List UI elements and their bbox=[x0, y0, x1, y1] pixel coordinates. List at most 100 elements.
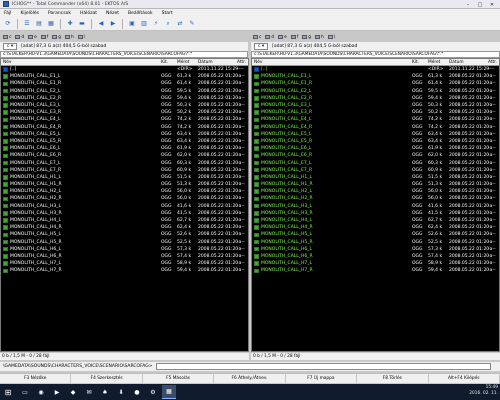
file-row[interactable]: MONOLITH_CALL_E5_L OGG 63,4 k 2008.05.22 01… bbox=[252, 131, 499, 138]
maximize-icon[interactable]: □ bbox=[474, 0, 486, 9]
file-row[interactable]: MONOLITH_CALL_H7_R OGG 59,4 k 2008.05.22 01… bbox=[252, 267, 499, 274]
drive-f[interactable]: f bbox=[40, 35, 48, 40]
file-row[interactable]: MONOLITH_CALL_H2_L OGG 56,0 k 2008.05.22 01… bbox=[252, 188, 499, 195]
drive-net[interactable]: \ bbox=[77, 35, 85, 40]
file-row[interactable]: MONOLITH_CALL_E3_L OGG 50,3 k 2008.05.22 01… bbox=[1, 102, 248, 109]
notepad-icon[interactable]: ✎ bbox=[187, 19, 197, 29]
file-row[interactable]: MONOLITH_CALL_H4_R OGG 62,4 k 2008.05.22 01… bbox=[252, 224, 499, 231]
drive-d[interactable]: d bbox=[15, 35, 24, 40]
f4-edit-button[interactable]: F4 Szerkesztés bbox=[71, 374, 143, 383]
menu-select[interactable]: Kijelölés bbox=[20, 11, 39, 16]
select-plus-icon[interactable]: ✚ bbox=[65, 19, 75, 29]
drive-h[interactable]: h bbox=[65, 35, 74, 40]
drive-c[interactable]: c bbox=[253, 35, 261, 40]
search-icon[interactable]: ⌕ bbox=[163, 19, 173, 29]
altf4-exit-button[interactable]: Alt+F4 Kilépés bbox=[429, 374, 500, 383]
col-size[interactable]: Méret bbox=[428, 60, 440, 65]
file-row[interactable]: MONOLITH_CALL_E2_R OGG 59,4 k 2008.05.22 01… bbox=[1, 95, 248, 102]
col-attr[interactable]: Attr. bbox=[488, 60, 497, 65]
col-name[interactable]: Név bbox=[3, 60, 11, 65]
menu-start[interactable]: Start bbox=[162, 11, 173, 16]
close-icon[interactable]: ✕ bbox=[486, 0, 498, 9]
drive-e[interactable]: e bbox=[28, 35, 37, 40]
tree-icon[interactable]: ▦ bbox=[46, 19, 56, 29]
menu-view[interactable]: Nézet bbox=[106, 11, 119, 16]
forward-icon[interactable]: ▶ bbox=[108, 19, 118, 29]
file-row[interactable]: MONOLITH_CALL_E3_R OGG 50,2 k 2008.05.22 01… bbox=[1, 109, 248, 116]
col-date[interactable]: Dátum bbox=[449, 60, 464, 65]
left-file-panel[interactable]: Név Kit. Méret Dátum Attr. [..] <DIR> 2011… bbox=[0, 58, 249, 352]
file-row[interactable]: MONOLITH_CALL_H2_R OGG 56,0 k 2008.05.22 01… bbox=[252, 195, 499, 202]
file-row[interactable]: MONOLITH_CALL_H6_L OGG 57,3 k 2008.05.22 01… bbox=[1, 246, 248, 253]
sync-icon[interactable]: ⇄ bbox=[175, 19, 185, 29]
col-ext[interactable]: Kit. bbox=[161, 60, 168, 65]
f7-newfolder-button[interactable]: F7 Új mappa bbox=[286, 374, 358, 383]
f3-view-button[interactable]: F3 Nézőke bbox=[0, 374, 72, 383]
select-minus-icon[interactable]: ▬ bbox=[77, 19, 87, 29]
drive-e[interactable]: e bbox=[278, 35, 287, 40]
drive-h[interactable]: h bbox=[315, 35, 324, 40]
security-icon[interactable]: ● bbox=[130, 385, 144, 399]
file-row[interactable]: MONOLITH_CALL_E7_R OGG 60,9 k 2008.05.22 01… bbox=[252, 167, 499, 174]
file-row[interactable]: MONOLITH_CALL_H5_R OGG 52,5 k 2008.05.22 01… bbox=[252, 239, 499, 246]
file-row[interactable]: MONOLITH_CALL_E6_R OGG 62,0 k 2008.05.22 01… bbox=[1, 152, 248, 159]
settings-icon[interactable]: ⚙ bbox=[146, 385, 160, 399]
left-path-bar[interactable]: c:\STALKER\HU-V1.3\GAMEDATA\SOUNDS\CHARA… bbox=[0, 51, 248, 58]
file-row[interactable]: MONOLITH_CALL_E5_R OGG 63,4 k 2008.05.22 01… bbox=[1, 138, 248, 145]
file-row[interactable]: MONOLITH_CALL_E3_R OGG 50,2 k 2008.05.22 01… bbox=[252, 109, 499, 116]
drive-net[interactable]: \ bbox=[327, 35, 335, 40]
file-row[interactable]: MONOLITH_CALL_H6_R OGG 57,4 k 2008.05.22 01… bbox=[252, 253, 499, 260]
file-row[interactable]: MONOLITH_CALL_E6_R OGG 62,0 k 2008.05.22 01… bbox=[252, 152, 499, 159]
browser-icon[interactable]: ◉ bbox=[34, 385, 48, 399]
col-attr[interactable]: Attr. bbox=[237, 60, 246, 65]
file-row[interactable]: [..] <DIR> 2011.11.22 15:29 ---- bbox=[1, 66, 248, 73]
menu-network[interactable]: Hálózat bbox=[80, 11, 97, 16]
menu-settings[interactable]: Beállítások bbox=[128, 11, 153, 16]
drive-c[interactable]: c bbox=[3, 35, 11, 40]
brief-view-icon[interactable]: ☰ bbox=[22, 19, 32, 29]
file-row[interactable]: MONOLITH_CALL_H5_L OGG 52,6 k 2008.05.22 01… bbox=[252, 231, 499, 238]
refresh-icon[interactable]: ⟳ bbox=[3, 19, 13, 29]
pack-icon[interactable]: ▣ bbox=[127, 19, 137, 29]
menu-file[interactable]: Fájl bbox=[4, 11, 11, 16]
drive-g[interactable]: g bbox=[52, 35, 61, 40]
file-row[interactable]: MONOLITH_CALL_H2_R OGG 56,0 k 2008.05.22 01… bbox=[1, 195, 248, 202]
file-row[interactable]: MONOLITH_CALL_E7_R OGG 60,9 k 2008.05.22 01… bbox=[1, 167, 248, 174]
file-row[interactable]: MONOLITH_CALL_H1_R OGG 51,3 k 2008.05.22 01… bbox=[1, 181, 248, 188]
drive-g[interactable]: g bbox=[302, 35, 311, 40]
col-date[interactable]: Dátum bbox=[198, 60, 213, 65]
file-row[interactable]: MONOLITH_CALL_E3_L OGG 50,3 k 2008.05.22 01… bbox=[252, 102, 499, 109]
col-name[interactable]: Név bbox=[254, 60, 262, 65]
file-row[interactable]: MONOLITH_CALL_E2_L OGG 59,5 k 2008.05.22 01… bbox=[252, 88, 499, 95]
file-row[interactable]: MONOLITH_CALL_E4_R OGG 74,2 k 2008.05.22 01… bbox=[252, 124, 499, 131]
col-ext[interactable]: Kit. bbox=[412, 60, 419, 65]
file-row[interactable]: MONOLITH_CALL_E7_L OGG 60,3 k 2008.05.22 01… bbox=[252, 159, 499, 166]
file-row[interactable]: MONOLITH_CALL_E4_L OGG 74,2 k 2008.05.22 01… bbox=[1, 116, 248, 123]
file-row[interactable]: MONOLITH_CALL_H1_L OGG 51,5 k 2008.05.22 01… bbox=[252, 174, 499, 181]
file-row[interactable]: MONOLITH_CALL_H6_R OGG 57,4 k 2008.05.22 01… bbox=[1, 253, 248, 260]
file-row[interactable]: MONOLITH_CALL_E4_L OGG 74,2 k 2008.05.22 01… bbox=[252, 116, 499, 123]
explorer-icon[interactable]: ▭ bbox=[18, 385, 32, 399]
file-row[interactable]: MONOLITH_CALL_E4_R OGG 74,2 k 2008.05.22 01… bbox=[1, 124, 248, 131]
file-row[interactable]: MONOLITH_CALL_H5_L OGG 52,6 k 2008.05.22 01… bbox=[1, 231, 248, 238]
media-icon[interactable]: ▶ bbox=[50, 385, 64, 399]
right-file-panel[interactable]: Név Kit. Méret Dátum Attr. [..] <DIR> 2011… bbox=[251, 58, 500, 352]
f6-move-button[interactable]: F6 Áthely./Átnev. bbox=[214, 374, 286, 383]
file-row[interactable]: MONOLITH_CALL_E5_L OGG 63,4 k 2008.05.22 01… bbox=[1, 131, 248, 138]
file-row[interactable]: MONOLITH_CALL_H2_L OGG 56,0 k 2008.05.22 01… bbox=[1, 188, 248, 195]
left-drive-select[interactable]: c ▾ bbox=[3, 43, 18, 50]
file-row[interactable]: MONOLITH_CALL_E7_L OGG 60,3 k 2008.05.22 01… bbox=[1, 159, 248, 166]
command-input[interactable] bbox=[155, 363, 491, 370]
file-row[interactable]: MONOLITH_CALL_H4_R OGG 62,4 k 2008.05.22 01… bbox=[1, 224, 248, 231]
mail-icon[interactable]: ✉ bbox=[82, 385, 96, 399]
game-icon[interactable]: ♠ bbox=[98, 385, 112, 399]
f8-delete-button[interactable]: F8 Törlés bbox=[357, 374, 429, 383]
system-tray[interactable]: 15:49 2016. 02. 11. bbox=[469, 385, 498, 397]
file-row[interactable]: MONOLITH_CALL_H1_R OGG 51,3 k 2008.05.22 01… bbox=[252, 181, 499, 188]
file-row[interactable]: MONOLITH_CALL_H5_R OGG 52,5 k 2008.05.22 01… bbox=[1, 239, 248, 246]
file-row[interactable]: MONOLITH_CALL_E2_R OGG 59,4 k 2008.05.22 01… bbox=[252, 95, 499, 102]
file-row[interactable]: MONOLITH_CALL_E6_L OGG 61,9 k 2008.05.22 01… bbox=[1, 145, 248, 152]
file-row[interactable]: MONOLITH_CALL_E1_L OGG 61,3 k 2008.05.22 01… bbox=[1, 73, 248, 80]
menu-commands[interactable]: Parancsok bbox=[48, 11, 71, 16]
right-path-bar[interactable]: c:\STALKER\HU-V1.3\GAMEDATA\SOUNDS\CHARA… bbox=[251, 51, 500, 58]
